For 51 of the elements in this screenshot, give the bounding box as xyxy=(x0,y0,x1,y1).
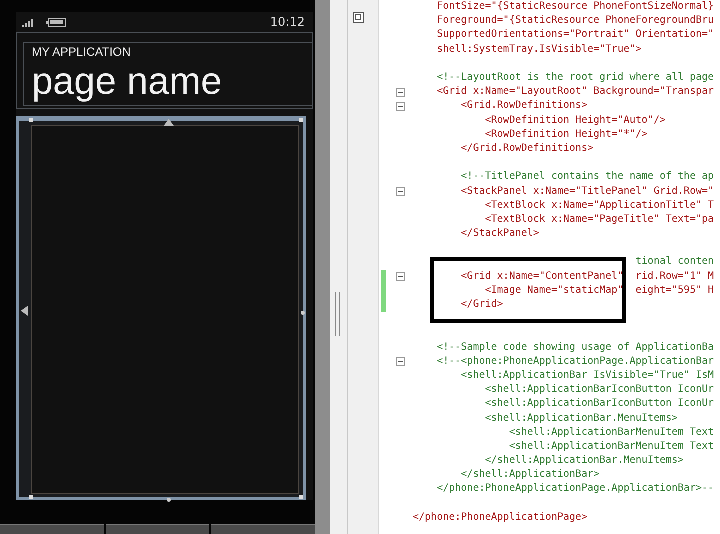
collapse-icon[interactable] xyxy=(396,357,405,366)
collapse-icon[interactable] xyxy=(396,187,405,196)
split-view-icon[interactable] xyxy=(353,12,364,23)
code-line: <shell:ApplicationBar.MenuItems> xyxy=(484,412,678,426)
code-line: <Grid x:Name="LayoutRoot" Background="Transpar xyxy=(436,85,714,100)
code-line: <TextBlock x:Name="PageTitle" Text="pa xyxy=(484,212,714,227)
battery-icon xyxy=(46,18,66,26)
resize-handle[interactable] xyxy=(29,118,33,122)
left-handle-icon[interactable] xyxy=(21,306,28,316)
code-line: <!--<phone:PhoneApplicationPage.ApplicationBar xyxy=(436,354,714,369)
code-line: tional conten xyxy=(634,255,714,270)
resize-handle[interactable] xyxy=(29,495,33,499)
code-line: </phone:PhoneApplicationPage> xyxy=(413,510,588,525)
code-line: <shell:ApplicationBarMenuItem Text xyxy=(508,440,714,454)
code-line: <TextBlock x:Name="ApplicationTitle" T xyxy=(484,198,714,213)
code-line: </Grid.RowDefinitions> xyxy=(460,142,594,156)
top-handle-icon[interactable] xyxy=(164,119,174,126)
app-title: MY APPLICATION xyxy=(32,45,132,59)
resize-handle[interactable] xyxy=(299,118,303,122)
signal-icon xyxy=(22,18,36,26)
code-line: </shell:ApplicationBar.MenuItems> xyxy=(484,454,684,468)
code-line: </phone:PhoneApplicationPage.ApplicationBar>-- xyxy=(436,482,714,496)
page-title: page name xyxy=(32,60,224,105)
code-line: <RowDefinition Height="Auto"/> xyxy=(484,114,666,128)
code-line: <Image Name="staticMap" eight="595" H xyxy=(484,284,714,298)
splitter-grip-icon[interactable] xyxy=(335,292,341,336)
code-line: <Grid.RowDefinitions> xyxy=(460,99,588,114)
status-time: 10:12 xyxy=(270,15,305,29)
code-line: FontSize="{StaticResource PhoneFontSizeNormal} xyxy=(436,0,714,14)
collapse-icon[interactable] xyxy=(396,88,405,97)
collapse-icon[interactable] xyxy=(396,272,405,282)
code-line: </shell:ApplicationBar> xyxy=(460,468,600,482)
code-line: </StackPanel> xyxy=(460,227,540,242)
code-line: Foreground="{StaticResource PhoneForegroundBru xyxy=(436,14,714,28)
code-line: SupportedOrientations="Portrait" Orientation=" xyxy=(436,28,714,42)
code-line: shell:SystemTray.IsVisible="True"> xyxy=(436,42,642,57)
code-line: <!--LayoutRoot is the root grid where all page xyxy=(436,71,714,86)
code-line: <shell:ApplicationBar IsVisible="True" IsM xyxy=(460,368,714,383)
code-line: </Grid> xyxy=(460,298,504,312)
code-line: <!--Sample code showing usage of ApplicationBa xyxy=(436,340,714,355)
resize-handle[interactable] xyxy=(167,498,171,502)
code-line: <shell:ApplicationBarMenuItem Text xyxy=(508,426,714,440)
resize-handle[interactable] xyxy=(301,311,305,315)
code-line: <StackPanel x:Name="TitlePanel" Grid.Row=" xyxy=(460,184,714,199)
code-line: <shell:ApplicationBarIconButton IconUr xyxy=(484,397,714,412)
code-line: <Grid x:Name="ContentPanel" rid.Row="1" M xyxy=(460,270,714,284)
collapse-icon[interactable] xyxy=(396,102,405,111)
code-line: <!--TitlePanel contains the name of the ap xyxy=(460,170,714,184)
code-line: <shell:ApplicationBarIconButton IconUr xyxy=(484,383,714,398)
code-line: <RowDefinition Height="*"/> xyxy=(484,128,648,142)
resize-handle[interactable] xyxy=(299,495,303,499)
